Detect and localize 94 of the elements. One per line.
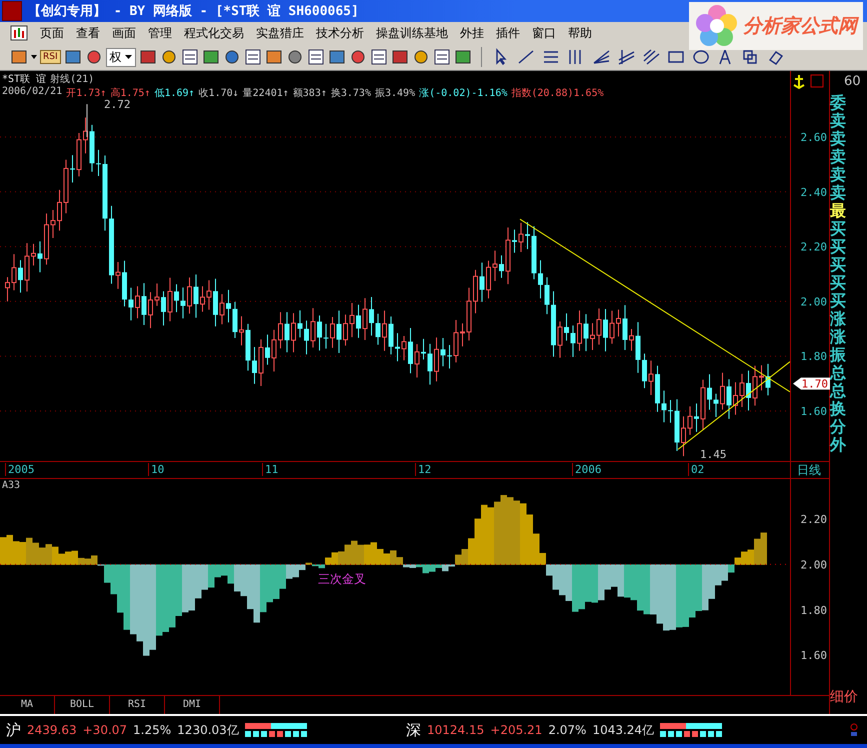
indicator-axis-label: 1.80 <box>800 604 827 617</box>
menu-item[interactable]: 帮助 <box>568 24 592 42</box>
market-name: 沪 <box>6 720 21 740</box>
menu-item[interactable]: 程式化交易 <box>184 24 244 42</box>
detail-tab[interactable]: 细价 <box>830 688 867 706</box>
period-label[interactable]: 日线 <box>791 462 821 478</box>
date-axis-label: 11 <box>262 463 278 476</box>
menu-item[interactable]: 技术分析 <box>316 24 364 42</box>
change-percent: 1.25% <box>133 723 172 737</box>
quote-row-label: 买 <box>830 292 848 310</box>
indicator-name: A33 <box>2 480 20 492</box>
low-price-label: 1.45 <box>700 448 726 462</box>
date-axis-label: 12 <box>415 463 432 476</box>
menu-item[interactable]: 实盘猎庄 <box>256 24 304 42</box>
quote-value: 换3.73% <box>330 87 371 100</box>
quote-row-label: 买 <box>830 220 848 238</box>
quote-row-label: 卖 <box>830 112 848 130</box>
quote-row-label: 涨 <box>830 328 848 346</box>
current-price-tag: 1.70 <box>793 378 830 391</box>
quote-row-label: 总 <box>830 382 848 400</box>
index-value: 2439.63 <box>27 723 77 737</box>
window-title: 【创幻专用】 - BY 网络版 - [*ST联 谊 SH600065] <box>28 2 359 20</box>
quote-row-label: 卖 <box>830 166 848 184</box>
quote-value: 高1.75↑ <box>110 86 150 100</box>
indicator-axis-label: 2.20 <box>800 513 827 526</box>
quote-panel-header: 60 <box>843 73 862 91</box>
menu-item[interactable]: 外挂 <box>460 24 484 42</box>
turnover-value: 1043.24亿 <box>592 722 654 738</box>
quote-value: 收1.70↓ <box>198 87 239 100</box>
quote-row-label: 卖 <box>830 130 848 148</box>
quote-row-label: 振 <box>830 346 848 364</box>
menu-item[interactable]: 插件 <box>496 24 520 42</box>
change-percent: 2.07% <box>548 723 586 737</box>
trend-line[interactable] <box>678 361 790 450</box>
menu-item[interactable]: 管理 <box>148 24 172 42</box>
date-axis-label: 10 <box>148 463 164 476</box>
quote-value: 振3.49% <box>374 87 416 100</box>
quote-value: 低1.69↑ <box>154 87 195 100</box>
quote-row-label: 分 <box>830 418 848 436</box>
leader-line <box>86 104 88 138</box>
caret-icon[interactable] <box>124 54 132 60</box>
turnover-value: 1230.03亿 <box>177 722 239 738</box>
stock-name: *ST联 谊 <box>2 72 46 86</box>
price-axis-label: 2.20 <box>800 240 827 254</box>
quote-value: 涨(-0.02)-1.16% <box>419 86 508 100</box>
rights-dropdown[interactable]: 权 <box>106 48 136 66</box>
indicator-axis-label: 1.60 <box>800 649 827 662</box>
quote-row-label: 总 <box>830 364 848 382</box>
quote-value: 指数(20.88)1.65% <box>511 86 604 100</box>
index-change: +30.07 <box>82 723 128 737</box>
price-axis-label: 1.80 <box>800 350 827 364</box>
indicator-axis-label: 2.00 <box>800 558 827 572</box>
indicator-button[interactable]: RSI <box>40 50 61 64</box>
quote-row-label: 卖 <box>830 184 848 202</box>
quote-row-label: 委 <box>830 94 848 112</box>
menu-item[interactable]: 画面 <box>112 24 136 42</box>
quote-row-label: 卖 <box>830 148 848 166</box>
menu-item[interactable]: 窗口 <box>532 24 556 42</box>
quote-row-label: 买 <box>830 238 848 256</box>
anchor-icon[interactable] <box>793 74 805 90</box>
date-axis-label: 2006 <box>572 463 602 476</box>
quote-value: 量22401↑ <box>242 87 289 100</box>
quote-value: 开1.73↑ <box>66 87 106 100</box>
menu-item[interactable]: 查看 <box>76 24 100 42</box>
quote-value: 额383↑ <box>292 86 327 100</box>
quote-row-label: 买 <box>830 256 848 274</box>
high-price-label: 2.72 <box>104 98 130 112</box>
maximize-icon[interactable] <box>810 74 824 88</box>
index-value: 10124.15 <box>427 723 484 737</box>
menu-item[interactable]: 页面 <box>40 24 64 42</box>
market-name: 深 <box>406 720 421 740</box>
quote-row-label: 外 <box>830 436 848 454</box>
signal-annotation: 三次金叉 <box>318 572 366 586</box>
price-axis-label: 2.60 <box>800 131 827 144</box>
logo-text: 分析家公式网 <box>743 14 857 39</box>
date-axis-label: 2005 <box>5 463 34 476</box>
connection-icon <box>849 722 859 738</box>
flower-logo-icon <box>695 4 739 48</box>
quote-row-label: 换 <box>830 400 848 418</box>
menu-item[interactable]: 操盘训练基地 <box>376 24 448 42</box>
quote-row-label: 买 <box>830 274 848 292</box>
index-change: +205.21 <box>490 723 542 737</box>
market-breadth-icon <box>660 722 722 738</box>
app-icon <box>2 1 22 21</box>
trend-line[interactable] <box>520 218 790 392</box>
market-breadth-icon <box>244 722 307 738</box>
price-axis-label: 1.60 <box>800 405 827 418</box>
quote-row-label: 涨 <box>830 310 848 328</box>
quote-value: 2006/02/21 <box>2 86 62 99</box>
date-axis-label: 02 <box>688 463 704 476</box>
study-name: 射线(21) <box>50 72 94 86</box>
price-axis-label: 2.40 <box>800 186 827 199</box>
quote-row-label: 最 <box>830 202 848 220</box>
price-axis-label: 2.00 <box>800 295 827 308</box>
